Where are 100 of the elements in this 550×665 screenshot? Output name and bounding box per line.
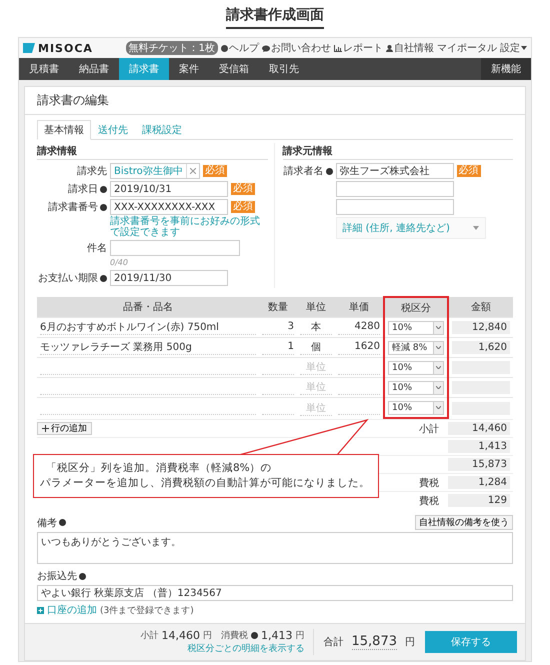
chevron-down-icon (436, 326, 441, 329)
total-value: 14,460 (448, 422, 510, 435)
required-badge: 必須 (202, 165, 227, 177)
chevron-down-icon (436, 406, 441, 409)
amount-field: 1,620 (452, 341, 510, 354)
item-name-field[interactable]: 6月のおすすめボトルワイン(赤) 750ml (40, 320, 256, 335)
tax-select[interactable]: 10% (388, 400, 444, 414)
chevron-down-icon (436, 346, 441, 349)
header-link[interactable]: マイポータル (437, 41, 497, 55)
input-field[interactable] (336, 199, 454, 215)
logo-icon (23, 43, 35, 53)
amount-field: 12,840 (452, 321, 510, 334)
help-icon[interactable] (100, 274, 107, 282)
notes-field[interactable]: いつもありがとうございます。 (37, 532, 513, 564)
clear-icon[interactable] (186, 164, 199, 178)
field-label: 請求者名 (284, 164, 324, 178)
help-icon[interactable] (100, 186, 107, 192)
account-limit-note: (3件まで登録できます) (100, 604, 194, 616)
column-header: 品番・品名 (37, 297, 259, 318)
total-label: 小計 (419, 424, 439, 434)
currency-unit: 円 (405, 636, 415, 649)
currency-unit: 円 (296, 630, 304, 642)
input-field[interactable]: 2019/10/31 (110, 181, 228, 197)
input-field[interactable]: XXX-XXXXXXXX-XXX (110, 199, 228, 215)
help-icon[interactable] (100, 204, 107, 210)
tax-select[interactable]: 10% (388, 380, 444, 394)
person-icon (386, 44, 393, 52)
add-row-button[interactable]: 行の追加 (37, 422, 92, 435)
unit-price-field[interactable]: 1620 (338, 340, 380, 354)
speech-bubble-icon (262, 44, 270, 52)
total-label: 合計 (324, 636, 344, 649)
column-header: 単価 (335, 297, 384, 318)
input-field[interactable]: 弥生フーズ株式会社 (336, 163, 454, 179)
help-icon (221, 44, 228, 52)
form-tab[interactable]: 課税設定 (135, 120, 189, 140)
callout-text: 「税区分」列を追加。消費税率（軽減8%）の (45, 461, 273, 476)
required-badge: 必須 (456, 165, 480, 177)
total-label: 費税 (419, 478, 439, 488)
currency-unit: 円 (203, 630, 212, 642)
field-label: 件名 (87, 242, 107, 255)
help-icon[interactable] (251, 632, 258, 639)
new-features-link[interactable]: 新機能 (481, 58, 531, 80)
tax-label: 消費税 (221, 630, 248, 642)
nav-tab[interactable]: 受信箱 (209, 58, 259, 80)
total-value: 129 (448, 494, 510, 507)
help-icon[interactable] (79, 572, 86, 580)
input-field[interactable] (336, 181, 454, 197)
chevron-down-icon (436, 386, 441, 389)
char-counter: 0/40 (110, 258, 128, 267)
field-label: 請求日 (68, 182, 98, 196)
column-header: 数量 (259, 297, 297, 318)
quantity-field[interactable]: 1 (262, 340, 294, 354)
column-header: 税区分 (384, 297, 448, 318)
caret-icon (521, 46, 527, 50)
column-header: 金額 (448, 297, 513, 318)
total-value: 15,873 (448, 458, 510, 471)
quantity-field[interactable]: 3 (262, 320, 294, 334)
plus-icon (42, 425, 49, 432)
unit-field[interactable]: 個 (300, 340, 332, 355)
bar-chart-icon (334, 44, 342, 52)
section-heading: 請求情報 (37, 143, 268, 160)
field-label: 備考 (37, 516, 57, 530)
use-company-notes-button[interactable]: 自社情報の備考を使う (415, 515, 513, 530)
field-label: 請求先 (77, 164, 107, 178)
header-link[interactable]: ヘルプ (221, 41, 259, 55)
help-icon[interactable] (326, 168, 332, 174)
tax-select[interactable]: 10% (388, 320, 444, 334)
chevron-down-icon (436, 366, 441, 369)
nav-tab[interactable]: 見積書 (19, 58, 69, 80)
page-heading: 請求書作成画面 (226, 0, 324, 29)
total-value: 1,413 (448, 440, 510, 453)
total-value: 1,284 (448, 476, 510, 489)
item-name-field[interactable]: モッツァレラチーズ 業務用 500g (40, 340, 256, 355)
header-link[interactable]: 設定 (500, 41, 527, 55)
header-link[interactable]: レポート (334, 41, 383, 55)
bank-account-field[interactable]: やよい銀行 秋葉原支店 （普）1234567 (37, 585, 513, 601)
field-label: 請求書番号 (48, 200, 98, 214)
page-title: 請求書の編集 (25, 87, 525, 115)
unit-price-field[interactable]: 4280 (338, 320, 380, 334)
input-field[interactable]: 2019/11/30 (110, 270, 228, 286)
tax-select[interactable]: 軽減 8% (388, 340, 444, 354)
nav-tab[interactable]: 納品書 (69, 58, 119, 80)
input-field[interactable] (110, 240, 240, 256)
field-label: お支払い期限 (38, 272, 98, 285)
unit-field[interactable]: 本 (300, 320, 332, 335)
nav-tab[interactable]: 取引先 (259, 58, 309, 80)
total-label: 費税 (419, 496, 439, 506)
column-header: 単位 (297, 297, 335, 318)
caret-icon (472, 226, 478, 230)
tax-select[interactable]: 10% (388, 360, 444, 374)
header-link[interactable]: 自社情報 (386, 41, 434, 55)
subtotal-value: 14,460 (162, 629, 200, 642)
ticket-badge[interactable]: 無料チケット：1枚 (126, 41, 218, 55)
header-link[interactable]: お問い合わせ (262, 41, 331, 55)
total-amount: 15,873 (352, 634, 397, 650)
field-label: お振込先 (37, 570, 77, 583)
form-tab[interactable]: 基本情報 (37, 120, 91, 140)
help-icon[interactable] (59, 519, 66, 526)
nav-tab[interactable]: 案件 (169, 58, 209, 80)
logo-text: MISOCA (38, 42, 93, 54)
